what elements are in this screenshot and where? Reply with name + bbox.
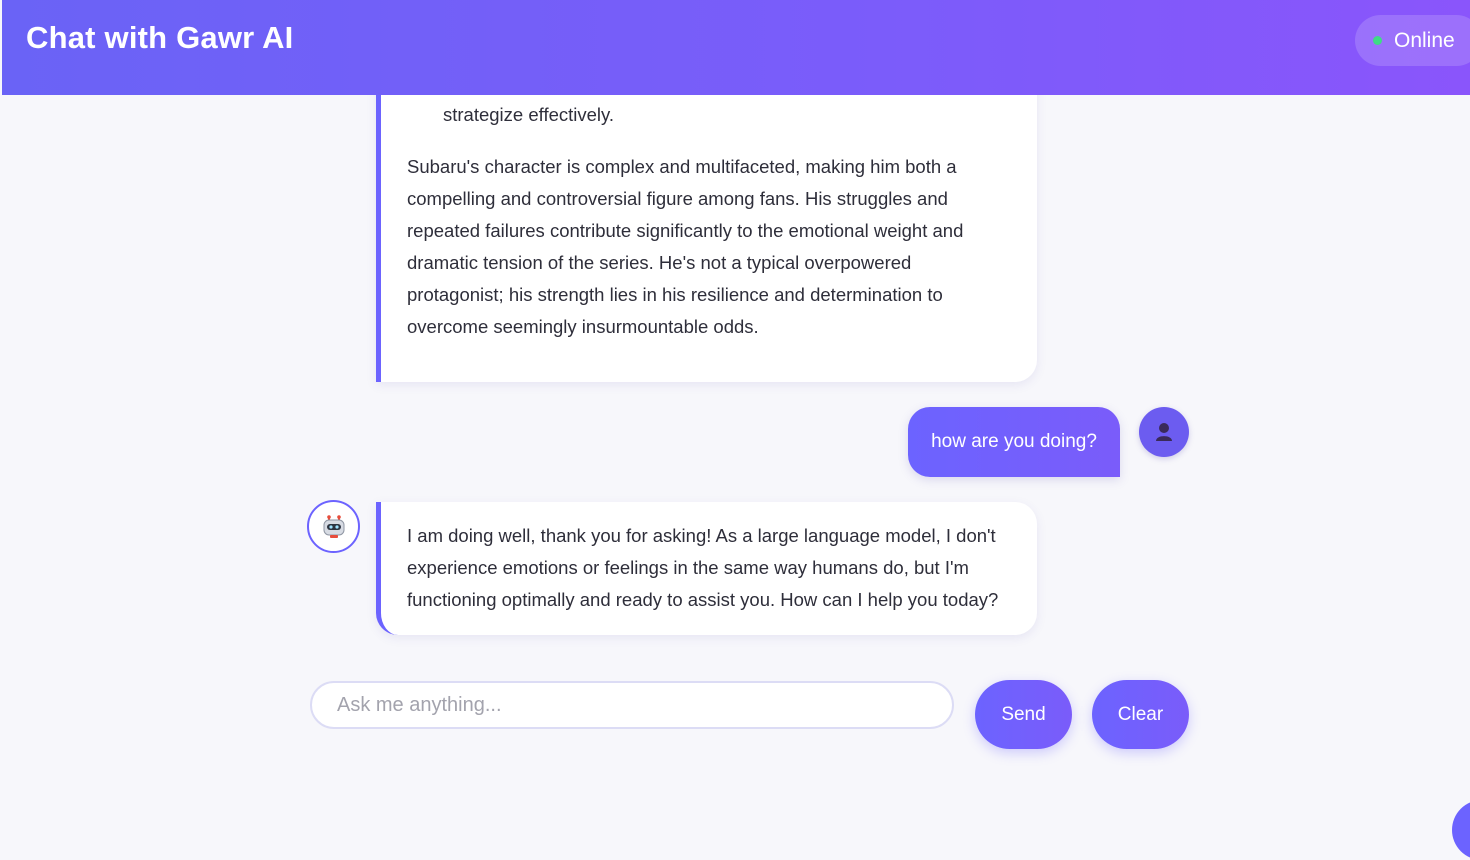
robot-icon bbox=[323, 514, 344, 538]
bot-message-paragraph: Subaru's character is complex and multif… bbox=[407, 156, 964, 337]
bot-message-previous: strategize effectively. Subaru's charact… bbox=[376, 70, 1037, 382]
message-input[interactable] bbox=[312, 683, 952, 727]
send-button[interactable]: Send bbox=[975, 680, 1072, 749]
bot-avatar bbox=[307, 500, 360, 553]
bot-message-text: I am doing well, thank you for asking! A… bbox=[407, 525, 999, 610]
user-avatar bbox=[1139, 407, 1189, 457]
chat-header: Chat with Gawr AI Online bbox=[2, 0, 1470, 95]
user-silhouette-icon bbox=[1156, 423, 1172, 441]
bot-message-reply: I am doing well, thank you for asking! A… bbox=[376, 502, 1037, 635]
user-message-text: how are you doing? bbox=[931, 431, 1097, 452]
floating-action-button[interactable] bbox=[1452, 800, 1470, 860]
header-title: Chat with Gawr AI bbox=[26, 20, 294, 55]
list-item-tail: strategize effectively. bbox=[443, 104, 615, 125]
clear-button[interactable]: Clear bbox=[1092, 680, 1189, 749]
message-input-wrapper bbox=[310, 681, 954, 729]
status-badge: Online bbox=[1355, 15, 1470, 66]
status-text: Online bbox=[1394, 28, 1455, 52]
user-message: how are you doing? bbox=[908, 407, 1120, 477]
online-dot-icon bbox=[1373, 36, 1382, 45]
